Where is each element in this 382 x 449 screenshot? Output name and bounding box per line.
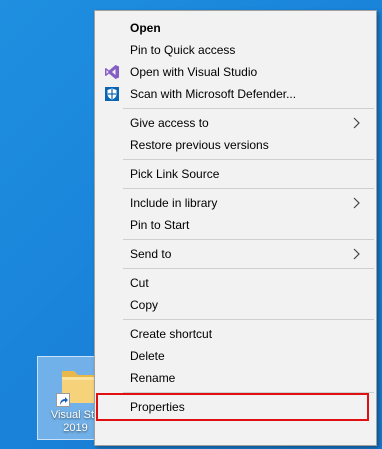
menu-item-delete[interactable]: Delete xyxy=(95,345,376,367)
menu-item-pin-quick-access[interactable]: Pin to Quick access xyxy=(95,39,376,61)
menu-separator xyxy=(123,268,374,269)
menu-item-label: Cut xyxy=(130,276,149,290)
menu-separator xyxy=(123,108,374,109)
context-menu: Open Pin to Quick access Open with Visua… xyxy=(94,10,377,446)
menu-item-label: Create shortcut xyxy=(130,327,213,341)
visual-studio-icon xyxy=(105,65,119,79)
menu-item-scan-defender[interactable]: Scan with Microsoft Defender... xyxy=(95,83,376,105)
menu-item-include-in-library[interactable]: Include in library xyxy=(95,192,376,214)
properties-highlight-box xyxy=(96,393,369,421)
menu-item-send-to[interactable]: Send to xyxy=(95,243,376,265)
menu-item-open-with-visual-studio[interactable]: Open with Visual Studio xyxy=(95,61,376,83)
menu-item-cut[interactable]: Cut xyxy=(95,272,376,294)
menu-item-label: Restore previous versions xyxy=(130,138,269,152)
menu-item-label: Open xyxy=(130,21,161,35)
menu-item-give-access[interactable]: Give access to xyxy=(95,112,376,134)
defender-shield-icon xyxy=(105,87,119,101)
menu-item-label: Pin to Quick access xyxy=(130,43,236,57)
menu-item-open[interactable]: Open xyxy=(95,17,376,39)
menu-item-label: Pick Link Source xyxy=(130,167,220,181)
menu-item-restore-previous-versions[interactable]: Restore previous versions xyxy=(95,134,376,156)
menu-item-label: Open with Visual Studio xyxy=(130,65,258,79)
menu-separator xyxy=(123,188,374,189)
menu-item-label: Give access to xyxy=(130,116,209,130)
chevron-right-icon xyxy=(353,117,360,129)
menu-item-label: Include in library xyxy=(130,196,218,210)
menu-item-label: Scan with Microsoft Defender... xyxy=(130,87,297,101)
menu-item-label: Delete xyxy=(130,349,165,363)
menu-item-label: Rename xyxy=(130,371,176,385)
menu-item-create-shortcut[interactable]: Create shortcut xyxy=(95,323,376,345)
menu-separator xyxy=(123,319,374,320)
chevron-right-icon xyxy=(353,248,360,260)
menu-item-copy[interactable]: Copy xyxy=(95,294,376,316)
desktop: Visual Stu 2019 Open Pin to Quick access… xyxy=(0,0,382,449)
menu-item-rename[interactable]: Rename xyxy=(95,367,376,389)
shortcut-arrow-icon xyxy=(56,393,70,407)
menu-separator xyxy=(123,159,374,160)
menu-item-label: Send to xyxy=(130,247,172,261)
menu-separator xyxy=(123,239,374,240)
menu-item-pin-to-start[interactable]: Pin to Start xyxy=(95,214,376,236)
chevron-right-icon xyxy=(353,197,360,209)
menu-item-label: Pin to Start xyxy=(130,218,190,232)
menu-item-label: Copy xyxy=(130,298,159,312)
menu-item-pick-link-source[interactable]: Pick Link Source xyxy=(95,163,376,185)
